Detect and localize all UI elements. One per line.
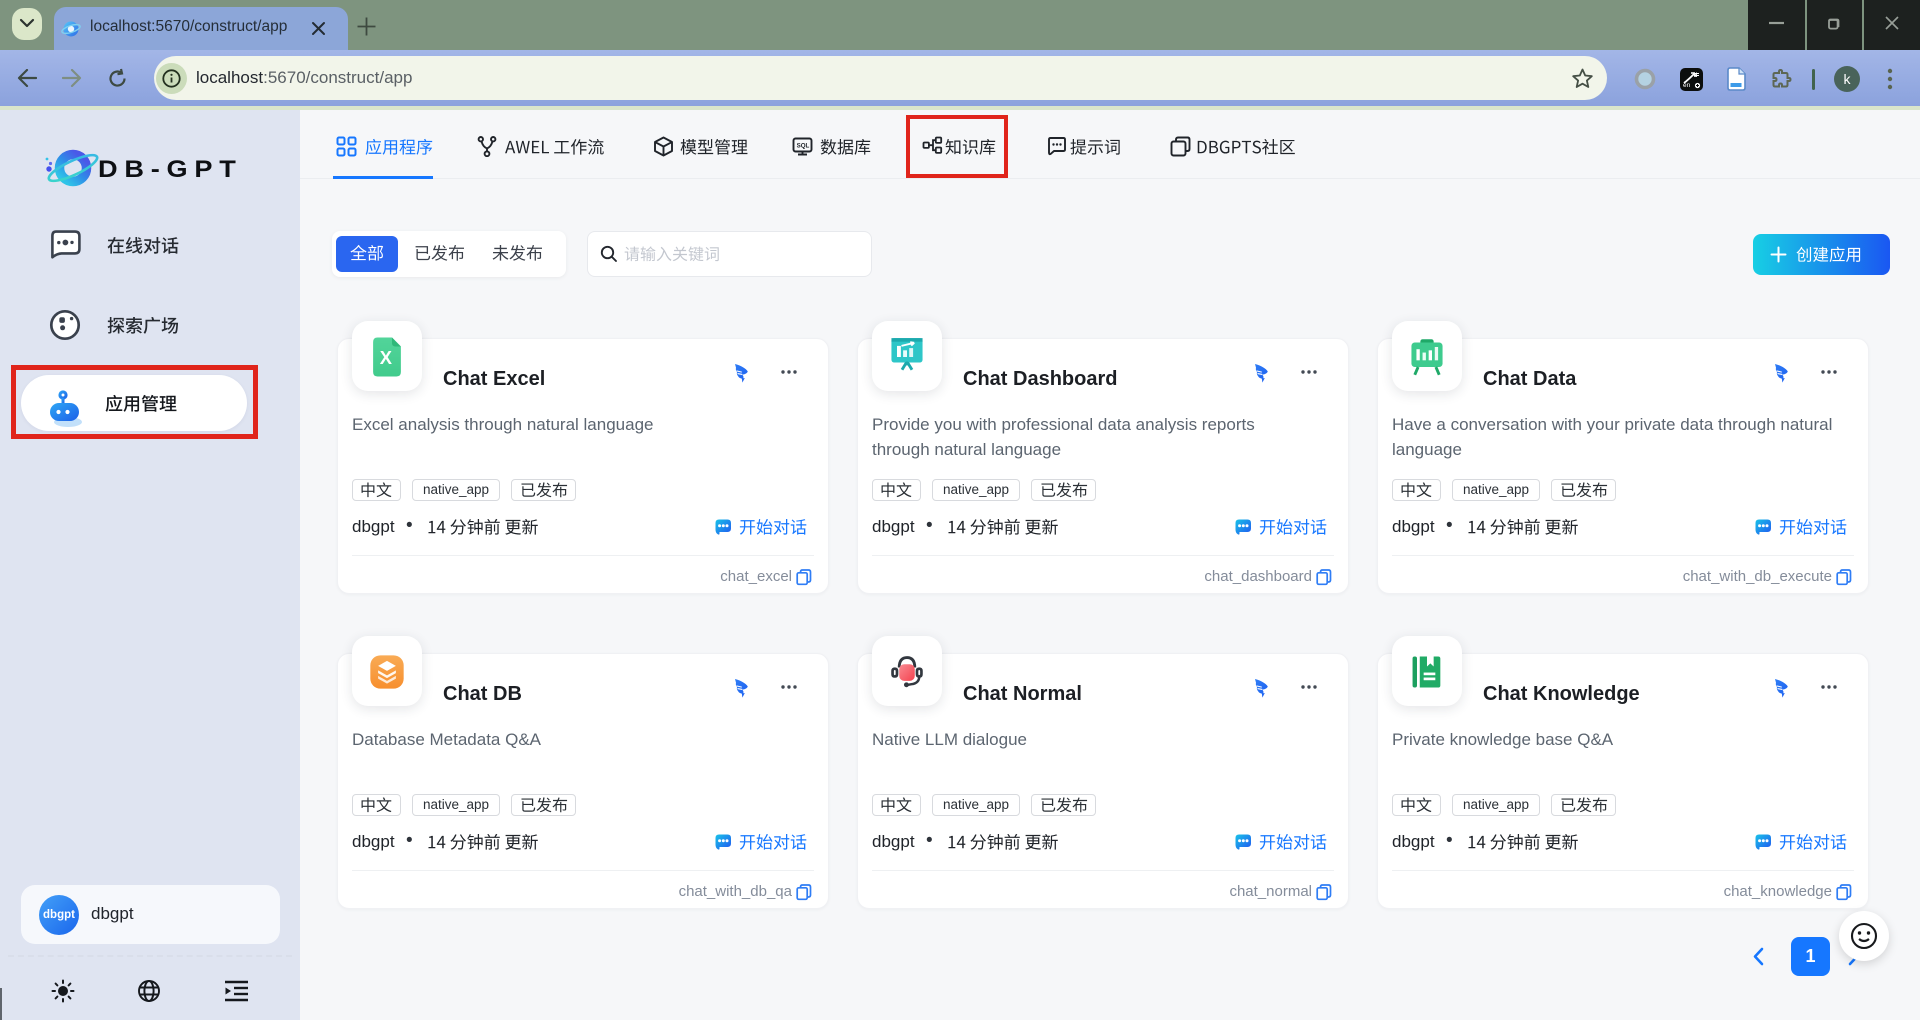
svg-text:en: en xyxy=(1683,82,1691,89)
svg-text:X: X xyxy=(380,347,393,368)
svg-text:SQL: SQL xyxy=(797,143,810,150)
